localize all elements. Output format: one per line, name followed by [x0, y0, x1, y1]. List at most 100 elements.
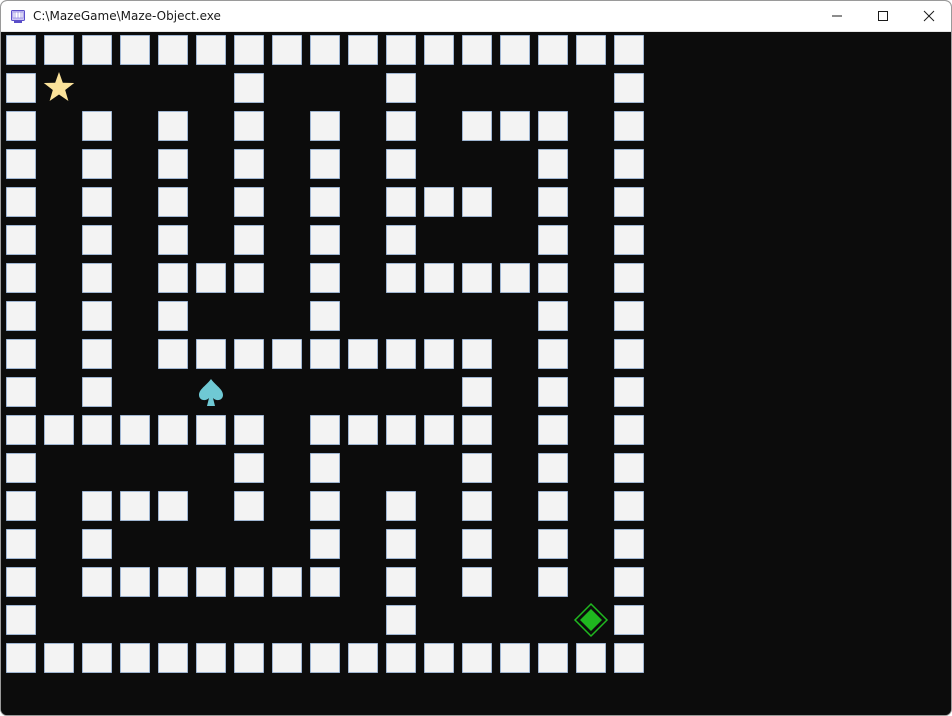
maze-wall-tile [234, 453, 264, 483]
maze-wall-tile [310, 491, 340, 521]
maze-wall-tile [614, 225, 644, 255]
maze-wall-tile [234, 643, 264, 673]
maze-wall-tile [310, 339, 340, 369]
maze-wall-tile [6, 415, 36, 445]
maze-wall-tile [462, 263, 492, 293]
maze-wall-tile [6, 529, 36, 559]
maze-wall-tile [82, 187, 112, 217]
maze-wall-tile [386, 35, 416, 65]
maze-wall-tile [500, 111, 530, 141]
maze-wall-tile [6, 301, 36, 331]
maze-wall-tile [158, 301, 188, 331]
maze-wall-tile [196, 35, 226, 65]
maze-wall-tile [386, 73, 416, 103]
maze-wall-tile [538, 415, 568, 445]
maze-wall-tile [386, 529, 416, 559]
maze-canvas [1, 32, 951, 715]
maze-wall-tile [614, 643, 644, 673]
maximize-icon [878, 11, 888, 21]
maze-wall-tile [6, 263, 36, 293]
maze-wall-tile [82, 301, 112, 331]
maximize-button[interactable] [860, 1, 906, 31]
maze-wall-tile [272, 339, 302, 369]
maze-wall-tile [196, 415, 226, 445]
maze-wall-tile [196, 339, 226, 369]
maze-wall-tile [158, 149, 188, 179]
maze-wall-tile [6, 339, 36, 369]
maze-wall-tile [234, 225, 264, 255]
maze-wall-tile [538, 567, 568, 597]
maze-wall-tile [386, 415, 416, 445]
close-icon [923, 10, 935, 22]
maze-wall-tile [462, 377, 492, 407]
maze-wall-tile [538, 377, 568, 407]
maze-wall-tile [538, 187, 568, 217]
maze-wall-tile [120, 415, 150, 445]
maze-wall-tile [196, 263, 226, 293]
maze-wall-tile [82, 35, 112, 65]
maze-wall-tile [614, 149, 644, 179]
maze-wall-tile [462, 111, 492, 141]
maze-game-window: C:\MazeGame\Maze-Object.exe [0, 0, 952, 716]
maze-wall-tile [272, 35, 302, 65]
maze-wall-tile [82, 529, 112, 559]
maze-wall-tile [614, 35, 644, 65]
maze-wall-tile [234, 339, 264, 369]
maze-wall-tile [424, 35, 454, 65]
maze-wall-tile [538, 301, 568, 331]
maze-wall-tile [44, 643, 74, 673]
maze-wall-tile [500, 35, 530, 65]
maze-wall-tile [538, 111, 568, 141]
maze-wall-tile [234, 111, 264, 141]
maze-wall-tile [6, 225, 36, 255]
maze-wall-tile [462, 529, 492, 559]
maze-wall-tile [538, 263, 568, 293]
maze-wall-tile [386, 225, 416, 255]
maze-wall-tile [386, 339, 416, 369]
maze-wall-tile [614, 377, 644, 407]
maze-wall-tile [614, 491, 644, 521]
maze-wall-tile [576, 643, 606, 673]
maze-wall-tile [462, 643, 492, 673]
maze-wall-tile [538, 453, 568, 483]
maze-wall-tile [82, 377, 112, 407]
maze-wall-tile [462, 453, 492, 483]
maze-wall-tile [6, 149, 36, 179]
maze-wall-tile [614, 529, 644, 559]
title-bar[interactable]: C:\MazeGame\Maze-Object.exe [1, 1, 951, 32]
star-icon [43, 72, 75, 101]
maze-wall-tile [348, 415, 378, 445]
maze-wall-tile [424, 339, 454, 369]
maze-wall-tile [6, 35, 36, 65]
maze-wall-tile [6, 111, 36, 141]
maze-wall-tile [6, 605, 36, 635]
maze-wall-tile [614, 605, 644, 635]
maze-wall-tile [158, 415, 188, 445]
maze-wall-tile [462, 567, 492, 597]
maze-wall-tile [614, 111, 644, 141]
maze-wall-tile [538, 491, 568, 521]
maze-wall-tile [538, 643, 568, 673]
maze-wall-tile [310, 453, 340, 483]
maze-wall-tile [272, 567, 302, 597]
close-button[interactable] [906, 1, 951, 31]
maze-wall-tile [386, 187, 416, 217]
maze-wall-tile [158, 111, 188, 141]
maze-wall-tile [82, 339, 112, 369]
maze-wall-tile [500, 263, 530, 293]
maze-wall-tile [614, 263, 644, 293]
maze-wall-tile [120, 643, 150, 673]
maze-wall-tile [614, 73, 644, 103]
maze-wall-tile [158, 187, 188, 217]
maze-wall-tile [424, 415, 454, 445]
minimize-button[interactable] [814, 1, 860, 31]
maze-wall-tile [614, 453, 644, 483]
maze-wall-tile [234, 263, 264, 293]
maze-wall-tile [424, 643, 454, 673]
maze-wall-tile [614, 187, 644, 217]
maze-wall-tile [386, 149, 416, 179]
maze-wall-tile [614, 301, 644, 331]
maze-wall-tile [424, 187, 454, 217]
maze-wall-tile [348, 339, 378, 369]
maze-wall-tile [234, 187, 264, 217]
